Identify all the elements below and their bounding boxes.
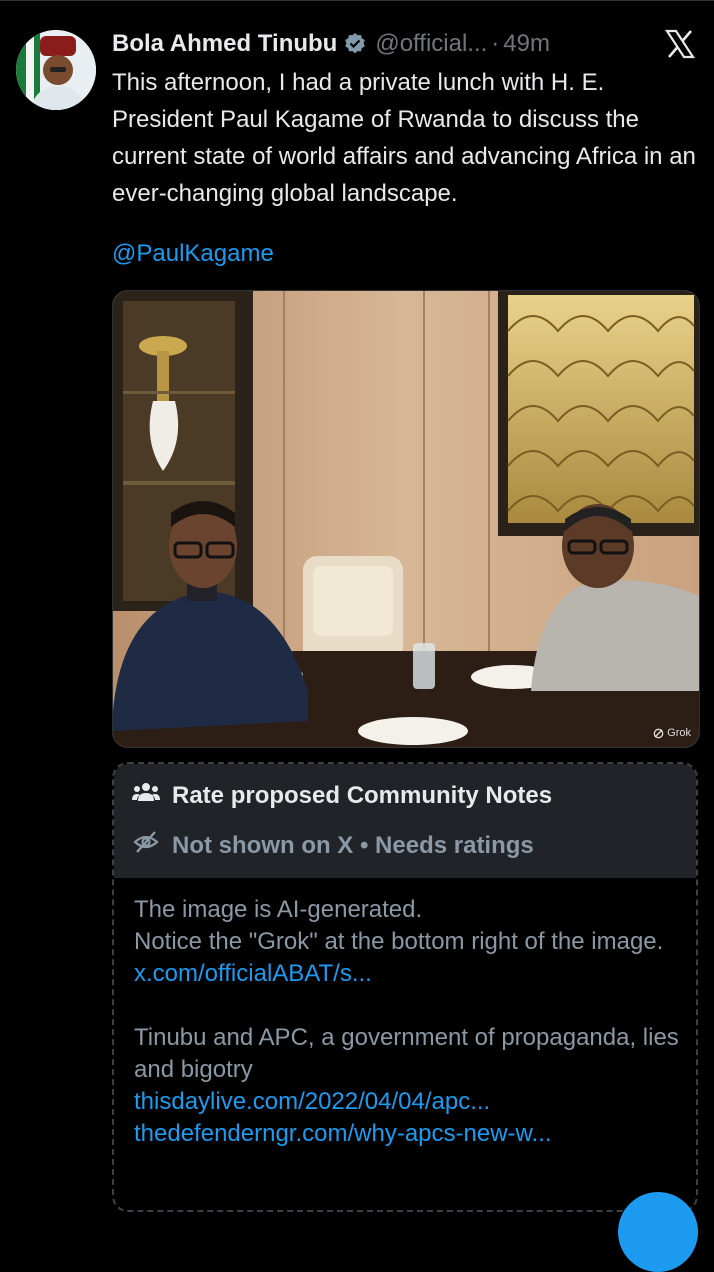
rate-notes-label: Rate proposed Community Notes xyxy=(172,781,553,809)
note-line-3: Tinubu and APC, a government of propagan… xyxy=(134,1024,679,1083)
rate-notes-row[interactable]: Rate proposed Community Notes xyxy=(132,780,552,811)
people-icon xyxy=(132,780,160,811)
meta-separator: · xyxy=(491,30,500,57)
author-handle[interactable]: @official... xyxy=(375,30,487,58)
avatar[interactable] xyxy=(16,30,96,110)
mention-link[interactable]: @PaulKagame xyxy=(112,240,274,268)
author-name[interactable]: Bola Ahmed Tinubu xyxy=(112,30,337,58)
tweet-text: This afternoon, I had a private lunch wi… xyxy=(112,69,696,207)
note-line-2: Notice the "Grok" at the bottom right of… xyxy=(134,928,664,955)
verified-badge-icon xyxy=(343,32,367,56)
grok-watermark: Grok xyxy=(653,727,691,739)
top-divider xyxy=(0,0,714,7)
note-link-2[interactable]: thisdaylive.com/2022/04/04/apc... xyxy=(134,1086,690,1118)
note-line-1: The image is AI-generated. xyxy=(134,896,423,923)
note-link-1[interactable]: x.com/officialABAT/s... xyxy=(134,958,690,990)
grok-icon xyxy=(653,728,664,738)
x-logo-icon[interactable] xyxy=(664,28,696,60)
community-note-header: Rate proposed Community Notes Not shown … xyxy=(114,764,696,878)
note-status-label: Not shown on X • Needs ratings xyxy=(172,831,534,859)
note-link-3[interactable]: thedefenderngr.com/why-apcs-new-w... xyxy=(134,1118,690,1150)
compose-button[interactable] xyxy=(618,1192,698,1272)
tweet-header: Bola Ahmed Tinubu @official... · 49m xyxy=(112,28,632,60)
community-note-body: The image is AI-generated. Notice the "G… xyxy=(134,894,690,1150)
tweet-time[interactable]: 49m xyxy=(503,30,550,58)
community-note-card[interactable]: Rate proposed Community Notes Not shown … xyxy=(112,762,698,1212)
note-status-row: Not shown on X • Needs ratings xyxy=(132,830,534,861)
eye-slash-icon xyxy=(132,830,160,861)
note-spacer xyxy=(134,990,690,1022)
grok-label: Grok xyxy=(667,727,691,739)
tweet-image[interactable]: Grok xyxy=(112,290,700,748)
